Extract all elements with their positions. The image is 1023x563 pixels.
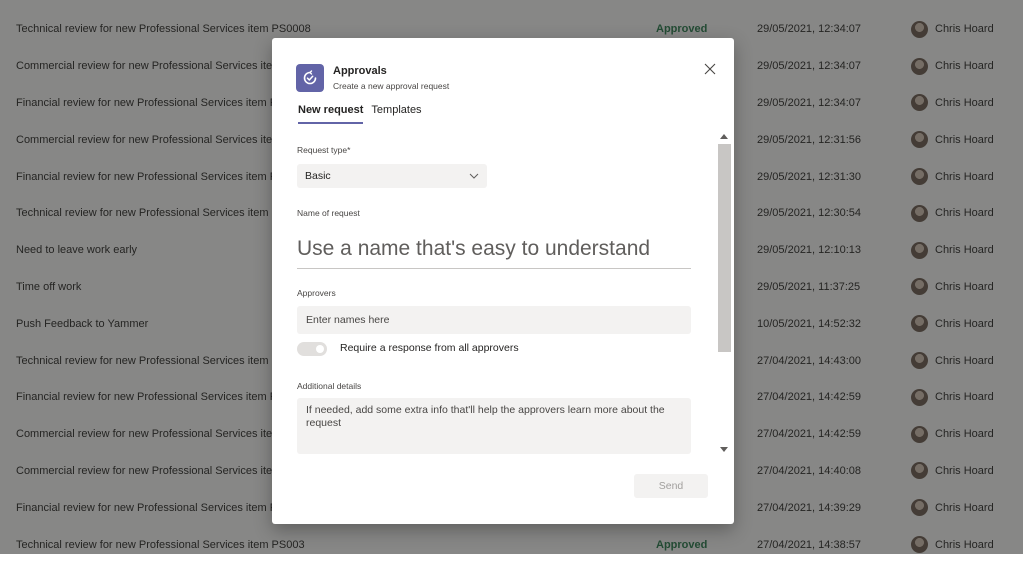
request-type-label: Request type*	[297, 145, 351, 155]
details-label: Additional details	[297, 381, 362, 391]
approvers-label: Approvers	[297, 288, 336, 298]
dialog-subtitle: Create a new approval request	[333, 81, 450, 91]
dialog-tabs: New request Templates	[298, 104, 422, 124]
dialog-title: Approvals	[333, 65, 387, 77]
request-name-input[interactable]	[297, 230, 691, 269]
request-type-select[interactable]: Basic	[297, 164, 487, 188]
scroll-up-icon[interactable]	[720, 134, 728, 139]
form-scroll-area: Request type* Basic Name of request Appr…	[272, 130, 734, 456]
require-all-toggle[interactable]	[297, 342, 327, 356]
scroll-down-icon[interactable]	[720, 447, 728, 452]
close-button[interactable]	[700, 59, 720, 79]
request-type-value: Basic	[305, 170, 331, 182]
scroll-thumb[interactable]	[718, 144, 731, 352]
close-icon	[704, 63, 716, 75]
new-approval-dialog: Approvals Create a new approval request …	[272, 38, 734, 524]
chevron-down-icon	[469, 173, 479, 179]
tab-templates[interactable]: Templates	[371, 104, 421, 124]
approvals-app-icon	[296, 64, 324, 92]
form-scrollbar[interactable]	[716, 130, 733, 456]
require-all-label: Require a response from all approvers	[340, 342, 519, 354]
approvers-input[interactable]	[297, 306, 691, 334]
toggle-knob	[316, 345, 324, 353]
tab-new-request[interactable]: New request	[298, 104, 364, 124]
send-button[interactable]: Send	[634, 474, 708, 498]
name-label: Name of request	[297, 208, 360, 218]
additional-details-input[interactable]	[297, 398, 691, 454]
